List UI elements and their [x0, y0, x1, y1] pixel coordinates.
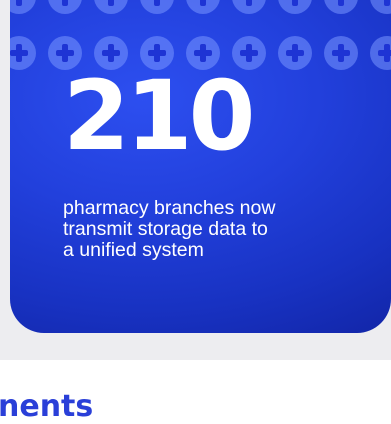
medical-cross-icon — [10, 0, 36, 14]
stat-card: 210 pharmacy branches now transmit stora… — [10, 0, 391, 333]
medical-cross-icon — [186, 0, 220, 14]
medical-cross-icon — [278, 36, 312, 70]
stat-caption-line: pharmacy branches now — [63, 197, 276, 219]
stat-caption-line: a unified system — [63, 239, 204, 261]
stat-caption: pharmacy branches now transmit storage d… — [63, 198, 363, 261]
medical-cross-icon — [324, 0, 358, 14]
stat-caption-line: transmit storage data to — [63, 218, 268, 240]
medical-cross-icon — [94, 0, 128, 14]
medical-cross-icon — [370, 36, 391, 70]
medical-cross-icon — [370, 0, 391, 14]
stat-number: 210 — [63, 60, 255, 172]
medical-cross-icon — [232, 0, 266, 14]
medical-cross-icon — [278, 0, 312, 14]
section-heading: nents — [0, 389, 94, 424]
medical-cross-icon — [10, 36, 36, 70]
medical-cross-icon — [48, 0, 82, 14]
medical-cross-icon — [324, 36, 358, 70]
medical-cross-icon — [140, 0, 174, 14]
